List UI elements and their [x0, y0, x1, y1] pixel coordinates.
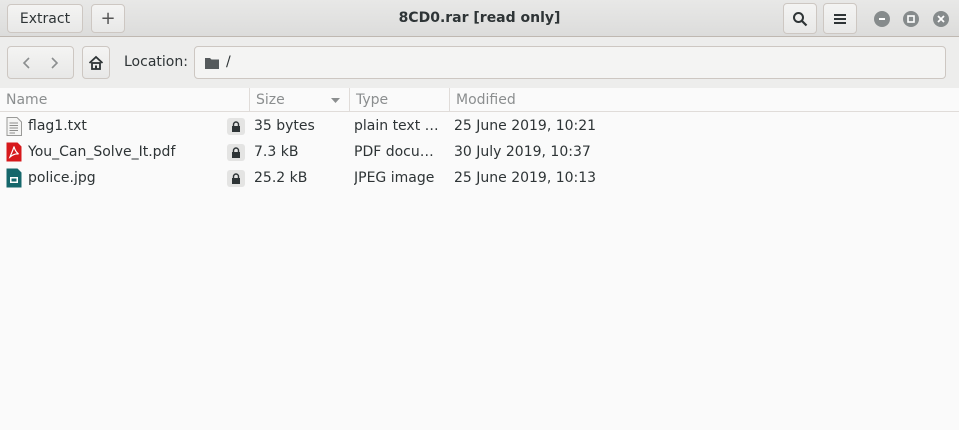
column-name[interactable]: Name — [0, 88, 250, 112]
lock-icon — [227, 144, 245, 161]
column-type[interactable]: Type — [350, 88, 450, 112]
lock-icon — [227, 118, 245, 135]
pdf-file-icon — [6, 142, 22, 162]
chevron-left-icon — [23, 56, 30, 69]
search-button[interactable] — [783, 3, 817, 34]
add-button[interactable]: + — [91, 4, 125, 33]
sort-descending-icon — [331, 98, 340, 103]
nav-buttons — [7, 46, 74, 79]
minimize-icon — [879, 18, 885, 20]
minimize-button[interactable] — [874, 11, 890, 27]
home-icon — [88, 55, 104, 70]
extract-button[interactable]: Extract — [7, 4, 83, 33]
file-size: 35 bytes — [254, 118, 315, 134]
file-type: PDF docum… — [354, 144, 446, 160]
file-modified: 30 July 2019, 10:37 — [454, 144, 591, 160]
file-row[interactable]: flag1.txt 35 bytes plain text do… 25 Jun… — [0, 113, 959, 139]
extract-button-label: Extract — [19, 10, 71, 27]
location-label: Location: — [124, 54, 188, 70]
file-size: 7.3 kB — [254, 144, 299, 160]
column-size-label: Size — [256, 92, 285, 108]
chevron-right-icon — [51, 56, 58, 69]
column-header: Name Size Type Modified — [0, 88, 959, 112]
lock-icon — [227, 170, 245, 187]
location-path: / — [226, 54, 231, 70]
back-button[interactable] — [22, 56, 32, 70]
file-row[interactable]: police.jpg 25.2 kB JPEG image 25 June 20… — [0, 165, 959, 191]
hamburger-menu-icon — [834, 13, 846, 24]
add-button-label: + — [100, 8, 116, 29]
file-size: 25.2 kB — [254, 170, 308, 186]
file-type: plain text do… — [354, 118, 446, 134]
location-toolbar: Location: / — [0, 37, 959, 89]
folder-icon — [205, 58, 219, 69]
home-button[interactable] — [82, 46, 110, 79]
file-name: flag1.txt — [28, 118, 87, 134]
image-file-icon — [6, 168, 22, 188]
column-name-label: Name — [6, 92, 48, 108]
column-modified[interactable]: Modified — [450, 88, 959, 112]
header-bar: Extract + 8CD0.rar [read only] — [0, 0, 959, 37]
file-modified: 25 June 2019, 10:13 — [454, 170, 597, 186]
column-size[interactable]: Size — [250, 88, 350, 112]
column-modified-label: Modified — [456, 92, 516, 108]
location-field[interactable]: / — [194, 46, 946, 79]
close-icon — [937, 15, 945, 23]
search-icon — [793, 11, 808, 26]
file-row[interactable]: You_Can_Solve_It.pdf 7.3 kB PDF docum… 3… — [0, 139, 959, 165]
file-name: police.jpg — [28, 170, 96, 186]
menu-button[interactable] — [823, 3, 857, 34]
file-type: JPEG image — [354, 170, 435, 186]
file-modified: 25 June 2019, 10:21 — [454, 118, 597, 134]
forward-button[interactable] — [49, 56, 59, 70]
file-name: You_Can_Solve_It.pdf — [28, 144, 176, 160]
close-button[interactable] — [933, 11, 949, 27]
maximize-button[interactable] — [903, 11, 919, 27]
text-file-icon — [6, 117, 22, 136]
maximize-icon — [907, 15, 915, 23]
column-type-label: Type — [356, 92, 389, 108]
